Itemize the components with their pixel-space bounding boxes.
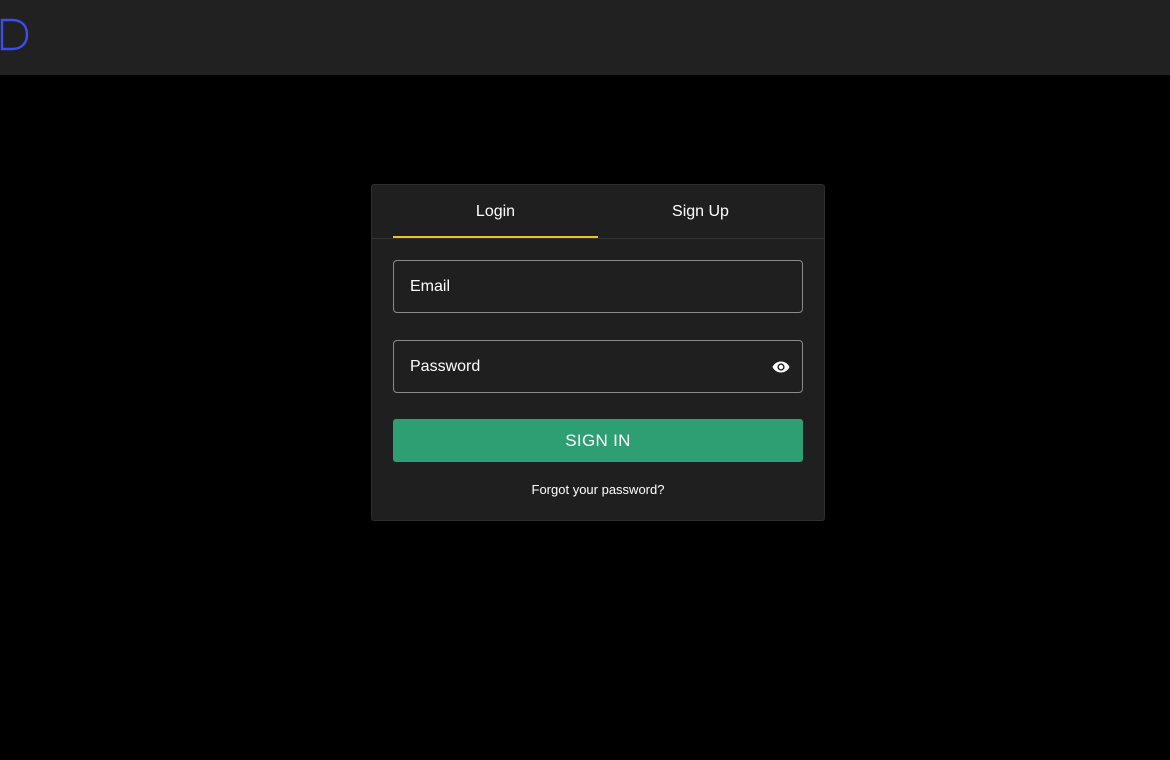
password-input[interactable] — [410, 357, 750, 376]
forgot-password-link[interactable]: Forgot your password? — [372, 482, 824, 497]
auth-card: Login Sign Up SIGN IN Forgot your passwo… — [371, 184, 825, 521]
eye-icon[interactable] — [771, 357, 791, 377]
top-app-bar — [0, 0, 1170, 75]
tab-login-label: Login — [475, 202, 516, 220]
tab-login[interactable]: Login — [393, 185, 598, 238]
tab-sign-up-label: Sign Up — [672, 202, 729, 220]
app-logo[interactable] — [0, 13, 30, 55]
sign-in-button[interactable]: SIGN IN — [393, 419, 803, 462]
tab-sign-up[interactable]: Sign Up — [598, 185, 803, 238]
active-tab-indicator — [393, 236, 598, 238]
auth-tabs: Login Sign Up — [372, 185, 824, 239]
email-field[interactable] — [393, 260, 803, 313]
logo-d-mark — [0, 18, 29, 51]
password-field[interactable] — [393, 340, 803, 393]
email-input[interactable] — [410, 277, 750, 296]
